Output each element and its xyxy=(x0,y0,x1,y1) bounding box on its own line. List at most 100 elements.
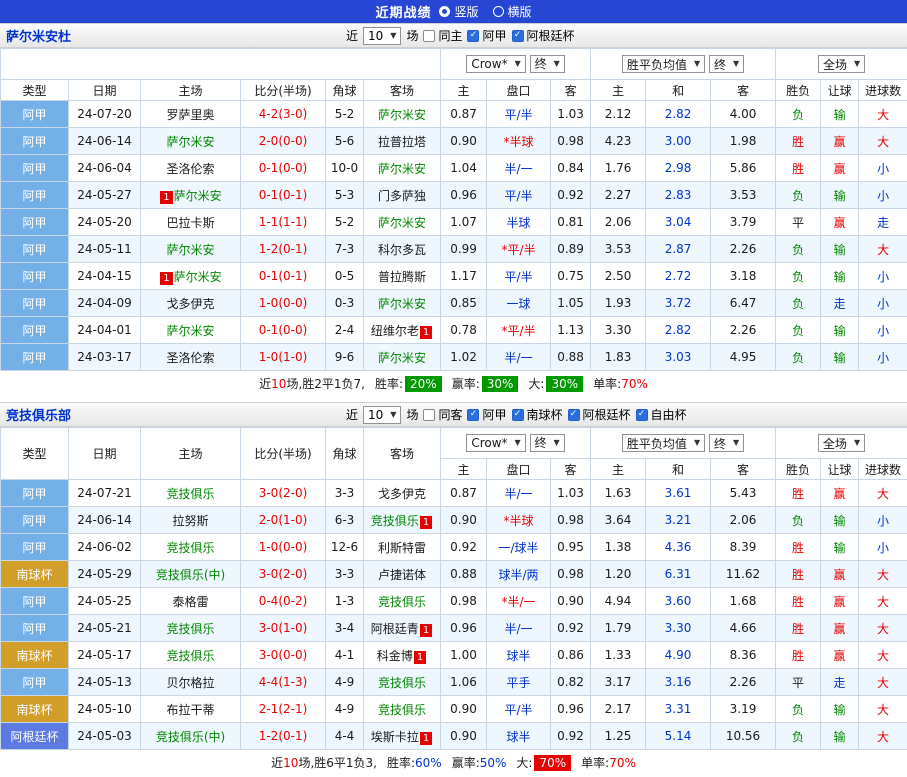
team-name[interactable]: 萨尔米安 xyxy=(166,324,214,338)
away-team-cell: 科尔多瓦 xyxy=(364,236,441,263)
team-name[interactable]: 萨尔米安 xyxy=(378,162,426,176)
team-name[interactable]: 拉普拉塔 xyxy=(378,135,426,149)
team-name[interactable]: 戈多伊克 xyxy=(166,297,214,311)
team-name[interactable]: 萨尔米安 xyxy=(378,108,426,122)
filter-checkbox-1-label: 阿甲 xyxy=(482,27,506,44)
team-name[interactable]: 布拉干蒂 xyxy=(166,703,214,717)
ah-away-odds-cell: 0.90 xyxy=(551,588,591,615)
filter-checkbox-0[interactable]: 同客 xyxy=(423,406,462,423)
filter-checkbox-3[interactable]: ✓阿根廷杯 xyxy=(568,406,631,423)
team-name[interactable]: 萨尔米安 xyxy=(174,270,222,284)
eu-away-odds-cell: 5.43 xyxy=(711,480,776,507)
team-name[interactable]: 竞技俱乐(中) xyxy=(156,730,225,744)
odds-company-select[interactable]: Crow*▼ xyxy=(466,434,525,452)
team-name[interactable]: 泰格雷 xyxy=(172,595,208,609)
filter-checkbox-4[interactable]: ✓自由杯 xyxy=(636,406,687,423)
team-name[interactable]: 卢捷诺体 xyxy=(378,568,426,582)
match-row: 阿甲24-05-13贝尔格拉4-4(1-3)4-9竞技俱乐1.06平手0.823… xyxy=(1,669,907,696)
ah-away-odds-cell: 0.95 xyxy=(551,534,591,561)
europe-time-select[interactable]: 终▼ xyxy=(709,55,744,73)
result-cell: 负 xyxy=(776,507,821,534)
team-name[interactable]: 利斯特雷 xyxy=(378,541,426,555)
handicap-cell: 平手 xyxy=(487,669,551,696)
team-name[interactable]: 萨尔米安 xyxy=(174,189,222,203)
chevron-down-icon: ▼ xyxy=(733,439,739,447)
handicap-result-cell: 输 xyxy=(821,507,859,534)
filter-checkbox-2-label: 阿根廷杯 xyxy=(527,27,575,44)
chevron-down-icon: ▼ xyxy=(390,411,396,419)
team-name[interactable]: 竞技俱乐(中) xyxy=(156,568,225,582)
europe-time-select[interactable]: 终▼ xyxy=(709,434,744,452)
team-name[interactable]: 科尔多瓦 xyxy=(378,243,426,257)
league-type-cell: 阿甲 xyxy=(1,209,69,236)
filter-checkbox-2[interactable]: ✓阿根廷杯 xyxy=(512,27,575,44)
column-header: 类型 xyxy=(1,80,69,101)
column-header: 客场 xyxy=(364,428,441,480)
league-type-cell: 阿甲 xyxy=(1,534,69,561)
matches-table: 类型日期主场比分(半场)角球客场Crow*▼ 终▼胜平负均值▼ 终▼全场▼主盘口… xyxy=(0,427,907,750)
ah-home-odds-cell: 1.00 xyxy=(441,642,487,669)
scope-select[interactable]: 全场▼ xyxy=(818,434,865,452)
team-name[interactable]: 竞技俱乐 xyxy=(378,676,426,690)
scope-select[interactable]: 全场▼ xyxy=(818,55,865,73)
team-name[interactable]: 竞技俱乐 xyxy=(371,514,419,528)
score-cell: 0-4(0-2) xyxy=(241,588,326,615)
team-name[interactable]: 萨尔米安 xyxy=(378,297,426,311)
team-name[interactable]: 普拉腾斯 xyxy=(378,270,426,284)
europe-odds-select[interactable]: 胜平负均值▼ xyxy=(622,434,705,452)
scope-controls: 全场▼ xyxy=(776,49,907,80)
team-name[interactable]: 巴拉卡斯 xyxy=(166,216,214,230)
filter-checkbox-1[interactable]: ✓阿甲 xyxy=(467,406,506,423)
score-cell: 2-1(2-1) xyxy=(241,696,326,723)
team-name[interactable]: 阿根廷青 xyxy=(371,622,419,636)
europe-odds-select[interactable]: 胜平负均值▼ xyxy=(622,55,705,73)
team-name[interactable]: 竞技俱乐 xyxy=(166,541,214,555)
filter-checkbox-0[interactable]: 同主 xyxy=(423,27,462,44)
corners-cell: 1-3 xyxy=(326,588,364,615)
team-name[interactable]: 竞技俱乐 xyxy=(378,595,426,609)
team-name[interactable]: 纽维尔老 xyxy=(371,324,419,338)
match-row: 阿甲24-06-14拉努斯2-0(1-0)6-3竞技俱乐10.90*半球0.98… xyxy=(1,507,907,534)
handicap-time-select[interactable]: 终▼ xyxy=(530,434,565,452)
team-name[interactable]: 戈多伊克 xyxy=(378,487,426,501)
odds-company-select[interactable]: Crow*▼ xyxy=(466,55,525,73)
layout-radio-1[interactable]: 横版 xyxy=(493,3,532,20)
handicap-cell: 半/一 xyxy=(487,615,551,642)
team-name[interactable]: 竞技俱乐 xyxy=(378,703,426,717)
handicap-result-cell: 赢 xyxy=(821,642,859,669)
filter-checkbox-2[interactable]: ✓南球杯 xyxy=(512,406,563,423)
eu-home-odds-cell: 2.06 xyxy=(591,209,646,236)
team-name[interactable]: 萨尔米安 xyxy=(166,135,214,149)
team-name[interactable]: 圣洛伦索 xyxy=(166,162,214,176)
team-name[interactable]: 竞技俱乐 xyxy=(166,622,214,636)
team-name[interactable]: 贝尔格拉 xyxy=(166,676,214,690)
chevron-down-icon: ▼ xyxy=(854,439,860,447)
team-name[interactable]: 萨尔米安 xyxy=(378,216,426,230)
team-name[interactable]: 埃斯卡拉 xyxy=(371,730,419,744)
league-type-cell: 阿甲 xyxy=(1,128,69,155)
stat-value: 20% xyxy=(405,376,442,392)
handicap-time-select[interactable]: 终▼ xyxy=(530,55,565,73)
filter-checkbox-1[interactable]: ✓阿甲 xyxy=(467,27,506,44)
team-name[interactable]: 萨尔米安 xyxy=(378,351,426,365)
team-name[interactable]: 竞技俱乐 xyxy=(166,487,214,501)
team-name[interactable]: 圣洛伦索 xyxy=(166,351,214,365)
goals-result-cell: 小 xyxy=(859,534,907,561)
team-name[interactable]: 萨尔米安 xyxy=(166,243,214,257)
games-count-select[interactable]: 10▼ xyxy=(363,406,401,424)
column-header: 客 xyxy=(551,80,591,101)
handicap-result-cell: 输 xyxy=(821,101,859,128)
team-name[interactable]: 罗萨里奥 xyxy=(166,108,214,122)
eu-home-odds-cell: 1.33 xyxy=(591,642,646,669)
layout-radio-0[interactable]: 竖版 xyxy=(439,3,478,20)
team-name[interactable]: 拉努斯 xyxy=(172,514,208,528)
games-count-select[interactable]: 10▼ xyxy=(363,27,401,45)
team-name[interactable]: 科金博 xyxy=(377,649,413,663)
stat-label: 赢率: xyxy=(452,375,480,392)
away-team-cell: 萨尔米安 xyxy=(364,101,441,128)
team-name[interactable]: 门多萨独 xyxy=(378,189,426,203)
column-header: 进球数 xyxy=(859,459,907,480)
team-name[interactable]: 竞技俱乐 xyxy=(166,649,214,663)
goals-result-cell: 小 xyxy=(859,290,907,317)
eu-home-odds-cell: 1.38 xyxy=(591,534,646,561)
